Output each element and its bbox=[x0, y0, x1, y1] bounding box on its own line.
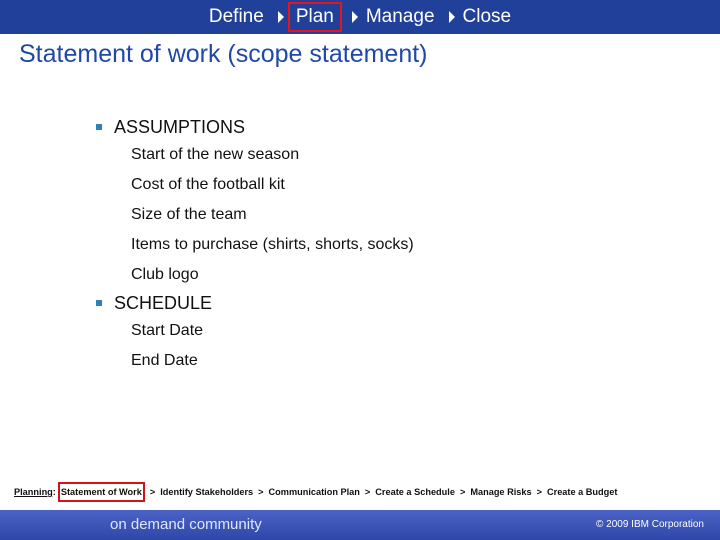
list-item: Items to purchase (shirts, shorts, socks… bbox=[131, 236, 414, 253]
breadcrumb: Planning: Statement of Work > Identify S… bbox=[14, 482, 617, 502]
nav-define[interactable]: Define bbox=[205, 6, 268, 28]
nav-plan-label: Plan bbox=[295, 6, 334, 27]
nav-close[interactable]: Close bbox=[459, 6, 516, 28]
breadcrumb-colon: : bbox=[52, 487, 56, 497]
list-item: Cost of the football kit bbox=[131, 176, 285, 193]
breadcrumb-step-communication[interactable]: Communication Plan bbox=[269, 487, 360, 497]
page-title: Statement of work (scope statement) bbox=[19, 40, 428, 68]
nav-arrow-icon bbox=[448, 11, 455, 23]
phase-nav: Define Plan Manage Close bbox=[0, 0, 720, 34]
breadcrumb-separator: > bbox=[536, 487, 542, 497]
nav-plan[interactable]: Plan bbox=[287, 2, 342, 32]
nav-manage-label: Manage bbox=[365, 6, 435, 27]
list-item: Club logo bbox=[131, 266, 199, 283]
nav-define-label: Define bbox=[208, 6, 264, 27]
nav-arrow-icon bbox=[277, 11, 284, 23]
list-item: Start Date bbox=[131, 322, 204, 339]
nav-close-label: Close bbox=[462, 6, 512, 27]
footer-bar: on demand community © 2009 IBM Corporati… bbox=[0, 510, 720, 540]
breadcrumb-step-budget[interactable]: Create a Budget bbox=[547, 487, 617, 497]
list-item: Start of the new season bbox=[131, 146, 300, 163]
list-item: Size of the team bbox=[131, 206, 247, 223]
breadcrumb-separator: > bbox=[364, 487, 371, 497]
breadcrumb-step-stakeholders[interactable]: Identify Stakeholders bbox=[160, 487, 253, 497]
nav-arrow-icon bbox=[351, 11, 358, 23]
breadcrumb-separator: > bbox=[459, 487, 466, 497]
bullet-icon bbox=[96, 124, 102, 130]
breadcrumb-step-statement[interactable]: Statement of Work bbox=[57, 482, 145, 502]
section-heading: ASSUMPTIONS bbox=[96, 114, 696, 140]
community-logo: on demand community bbox=[110, 516, 262, 533]
breadcrumb-lead[interactable]: Planning bbox=[14, 487, 53, 497]
section-heading: SCHEDULE bbox=[96, 290, 696, 316]
section-heading-label: ASSUMPTIONS bbox=[114, 116, 246, 137]
breadcrumb-step-risks[interactable]: Manage Risks bbox=[470, 487, 531, 497]
copyright-text: © 2009 IBM Corporation bbox=[596, 519, 704, 530]
nav-manage[interactable]: Manage bbox=[362, 6, 439, 28]
slide-content: ASSUMPTIONS Start of the new season Cost… bbox=[96, 114, 696, 376]
breadcrumb-separator: > bbox=[149, 487, 156, 497]
breadcrumb-separator: > bbox=[258, 487, 264, 497]
list-item: End Date bbox=[131, 352, 198, 369]
bullet-icon bbox=[96, 300, 102, 306]
section-heading-label: SCHEDULE bbox=[114, 292, 213, 313]
breadcrumb-step-schedule[interactable]: Create a Schedule bbox=[375, 487, 455, 497]
